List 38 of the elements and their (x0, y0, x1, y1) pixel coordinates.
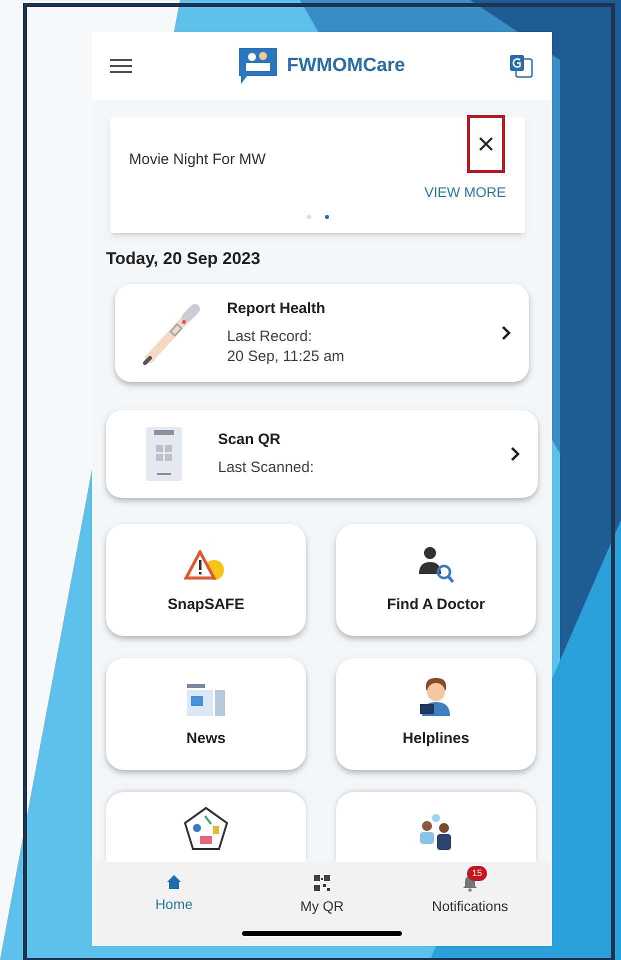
announcement-text: Movie Night For MW (129, 150, 267, 170)
record-detail: Last Scanned: (218, 458, 315, 478)
qr-scanner-device-icon (144, 424, 184, 482)
home-icon (166, 874, 182, 890)
nav-tab[interactable]: My QR (262, 864, 382, 917)
record-card[interactable]: Scan QR Last Scanned: (106, 410, 538, 498)
doctor-search-icon (416, 546, 456, 584)
record-detail: Last Record: (227, 326, 314, 347)
nav-tab[interactable]: 15 Notifications (410, 864, 530, 917)
feature-tile[interactable]: News (106, 658, 306, 770)
tile-label: Helplines (402, 728, 470, 748)
record-title: Report Health (227, 299, 326, 320)
record-card[interactable]: Report Health Last Record: 20 Sep, 11:25 am (115, 284, 529, 382)
view-more-link[interactable]: VIEW MORE (424, 182, 506, 202)
feature-tile[interactable]: SnapSAFE (106, 524, 306, 636)
feature-tile[interactable]: Find A Doctor (336, 524, 536, 636)
tile-label: News (186, 728, 226, 748)
translate-button[interactable] (508, 53, 534, 79)
newspaper-icon (185, 682, 227, 718)
pentagon-emblem-icon (183, 806, 229, 852)
record-detail: 20 Sep, 11:25 am (227, 346, 346, 367)
record-title: Scan QR (218, 430, 282, 450)
feature-tile[interactable] (106, 792, 306, 862)
nav-tab[interactable]: Home (114, 864, 234, 917)
translate-icon (508, 53, 534, 79)
app-logo-icon (236, 46, 279, 86)
date-heading: Today, 20 Sep 2023 (106, 248, 262, 270)
feature-tile[interactable] (336, 792, 536, 862)
chevron-right-icon (510, 446, 520, 462)
qr-code-icon (313, 874, 331, 892)
notification-count-badge: 15 (467, 866, 488, 881)
app-title: FWMOMCare (286, 54, 406, 78)
chevron-right-icon (501, 324, 511, 340)
tile-label: SnapSAFE (168, 594, 244, 614)
close-button[interactable] (467, 115, 505, 173)
tile-label: Find A Doctor (386, 594, 486, 614)
feature-tile[interactable]: Helplines (336, 658, 536, 770)
close-icon (479, 137, 493, 151)
